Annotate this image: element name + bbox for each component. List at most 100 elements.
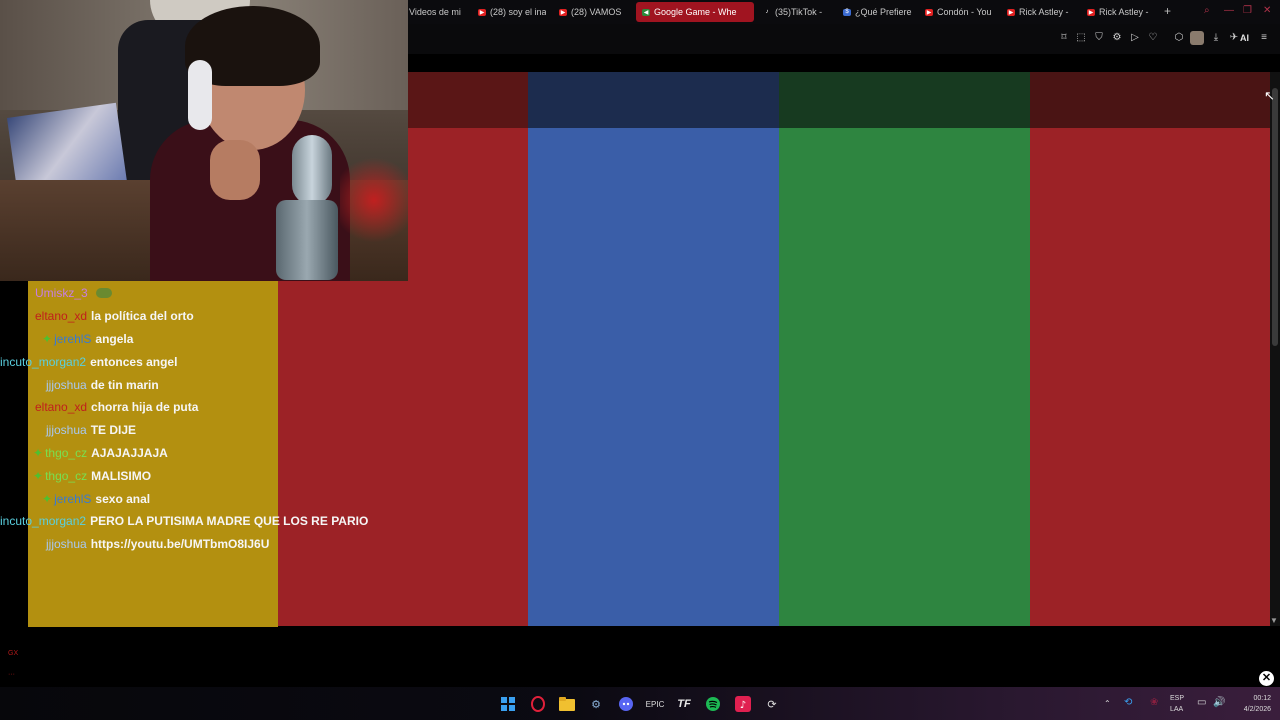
chat-message: TE DIJE: [90, 423, 137, 437]
frog-emote-icon: [95, 288, 112, 298]
tab-0-label: Videos de mi: [409, 7, 461, 17]
chat-username[interactable]: jjjoshua: [46, 378, 87, 392]
chat-username[interactable]: thgo_cz: [45, 446, 87, 460]
chat-line: eltano_xd la política del orto: [35, 306, 194, 326]
tab-1-label: (28) soy el ina: [490, 7, 546, 17]
tab-8-label: Rick Astley -: [1099, 7, 1149, 17]
chat-username[interactable]: jerehlS: [54, 492, 91, 506]
close-window-icon[interactable]: ✕: [1263, 5, 1271, 16]
tab-7[interactable]: ▶ Rick Astley -: [1007, 2, 1075, 22]
restore-icon[interactable]: ❐: [1243, 5, 1252, 16]
chat-message: sexo anal: [95, 492, 151, 506]
chat-username[interactable]: incuto_morgan2: [0, 514, 86, 528]
red-light: [340, 150, 408, 250]
red-panel-right[interactable]: [1030, 128, 1270, 626]
chat-username[interactable]: jerehlS: [54, 332, 91, 346]
tab-8[interactable]: ▶ Rick Astley -: [1087, 2, 1155, 22]
blue-panel[interactable]: [528, 128, 779, 626]
shield-icon[interactable]: ⛉: [1093, 32, 1105, 44]
chat-line: jjjoshua TE DIJE: [46, 420, 136, 440]
youtube-icon: ▶: [925, 8, 933, 16]
tab-6[interactable]: ▶ Condón - You: [925, 2, 993, 22]
windows-taskbar: [0, 687, 1280, 720]
windows-start-icon[interactable]: [500, 696, 516, 712]
new-tab-button[interactable]: +: [1164, 4, 1171, 18]
menu-icon[interactable]: ≡: [1258, 32, 1270, 44]
tab-6-label: Condón - You: [937, 7, 992, 17]
tab-1[interactable]: ▶ (28) soy el ina: [478, 2, 546, 22]
puzzle-icon[interactable]: ⬡: [1173, 32, 1185, 44]
epic-games-icon[interactable]: EPIC: [646, 696, 665, 712]
microphone: [292, 135, 332, 205]
chat-username[interactable]: Umiskz_3: [35, 286, 88, 300]
bookmark-icon[interactable]: ⌑: [1058, 32, 1070, 44]
youtube-icon: ▶: [478, 8, 486, 16]
opera-gx-icon[interactable]: [530, 696, 546, 712]
tray-expand-icon[interactable]: ⌃: [1104, 699, 1111, 708]
steam-icon[interactable]: ⚙: [588, 696, 604, 712]
tab-active-google-game[interactable]: ◀ Google Game - Whe: [636, 2, 754, 22]
extensions-icon[interactable]: ⚙: [1111, 32, 1123, 44]
download-icon[interactable]: ⤓: [1210, 32, 1222, 44]
headphones: [188, 60, 212, 130]
language-indicator[interactable]: ESP: [1170, 695, 1184, 702]
search-tabs-icon[interactable]: ⌕: [1204, 5, 1210, 16]
red-panel-left-top[interactable]: [408, 128, 528, 281]
ai-icon[interactable]: ✈: [1228, 32, 1240, 44]
sparkle-badge-icon: ✦: [42, 332, 53, 346]
game-top-red-right: [1030, 72, 1270, 128]
scroll-down-arrow-icon[interactable]: ▼: [1270, 616, 1278, 625]
heart-icon[interactable]: ♡: [1147, 32, 1159, 44]
chat-line: ✦ jerehlS angela: [42, 329, 133, 349]
tf-icon[interactable]: TF: [676, 696, 692, 712]
chat-message: entonces angel: [90, 355, 178, 369]
network-icon[interactable]: ▭: [1197, 697, 1206, 708]
clock-date[interactable]: 4/2/2026: [1233, 706, 1271, 713]
mouse-cursor-icon: ↖: [1264, 88, 1275, 103]
tiktok-live-icon[interactable]: ♪: [735, 696, 751, 712]
chat-username[interactable]: jjjoshua: [46, 423, 87, 437]
volume-icon[interactable]: 🔊: [1213, 697, 1225, 708]
tiktok-icon: ♪: [765, 9, 769, 15]
discord-icon[interactable]: [618, 696, 634, 712]
ai-label[interactable]: AI: [1240, 33, 1249, 43]
dots-mark: ···: [8, 671, 15, 678]
chat-username[interactable]: incuto_morgan2: [0, 355, 86, 369]
spotify-icon[interactable]: [705, 696, 721, 712]
hand: [210, 140, 260, 200]
bottom-area: [0, 627, 1280, 687]
tab-2[interactable]: ▶ (28) VAMOS: [559, 2, 627, 22]
chat-line: ✦ thgo_cz MALISIMO: [33, 466, 151, 486]
keyboard-layout[interactable]: LAA: [1170, 706, 1183, 713]
chat-username[interactable]: jjjoshua: [46, 537, 87, 551]
microphone-stand: [276, 200, 338, 280]
chat-username[interactable]: eltano_xd: [35, 400, 87, 414]
tab-5-label: ¿Qué Prefiere: [855, 7, 912, 17]
minimize-icon[interactable]: —: [1224, 5, 1234, 16]
tab-7-label: Rick Astley -: [1019, 7, 1069, 17]
chat-line: incuto_morgan2 PERO LA PUTISIMA MADRE QU…: [0, 511, 368, 531]
update-icon[interactable]: ⟳: [764, 696, 780, 712]
chat-line: jjjoshua de tin marin: [46, 375, 159, 395]
chat-message[interactable]: https://youtu.be/UMTbmO8IJ6U: [91, 537, 270, 551]
tab-3-label: Google Game - Whe: [654, 7, 737, 17]
tab-5[interactable]: $ ¿Qué Prefiere: [843, 2, 913, 22]
clock-time[interactable]: 00:12: [1233, 695, 1271, 702]
app-tray-icon[interactable]: ❀: [1150, 697, 1158, 708]
youtube-icon: ▶: [1007, 8, 1015, 16]
sparkle-badge-icon: ✦: [33, 446, 44, 460]
chat-message: AJAJAJJAJA: [91, 446, 168, 460]
scrollbar-thumb[interactable]: [1272, 88, 1278, 346]
snapshot-icon[interactable]: ⬚: [1075, 32, 1087, 44]
green-panel[interactable]: [779, 128, 1030, 626]
chat-username[interactable]: eltano_xd: [35, 309, 87, 323]
close-icon[interactable]: ✕: [1259, 671, 1274, 686]
play-icon[interactable]: ▷: [1129, 32, 1141, 44]
chat-line: incuto_morgan2 entonces angel: [0, 352, 177, 372]
chat-username[interactable]: thgo_cz: [45, 469, 87, 483]
profile-avatar[interactable]: [1190, 31, 1204, 45]
file-explorer-icon[interactable]: [559, 696, 575, 712]
sync-icon[interactable]: ⟲: [1124, 697, 1132, 708]
tab-4[interactable]: ♪ (35)TikTok -: [763, 2, 831, 22]
game-top-green: [779, 72, 1030, 128]
